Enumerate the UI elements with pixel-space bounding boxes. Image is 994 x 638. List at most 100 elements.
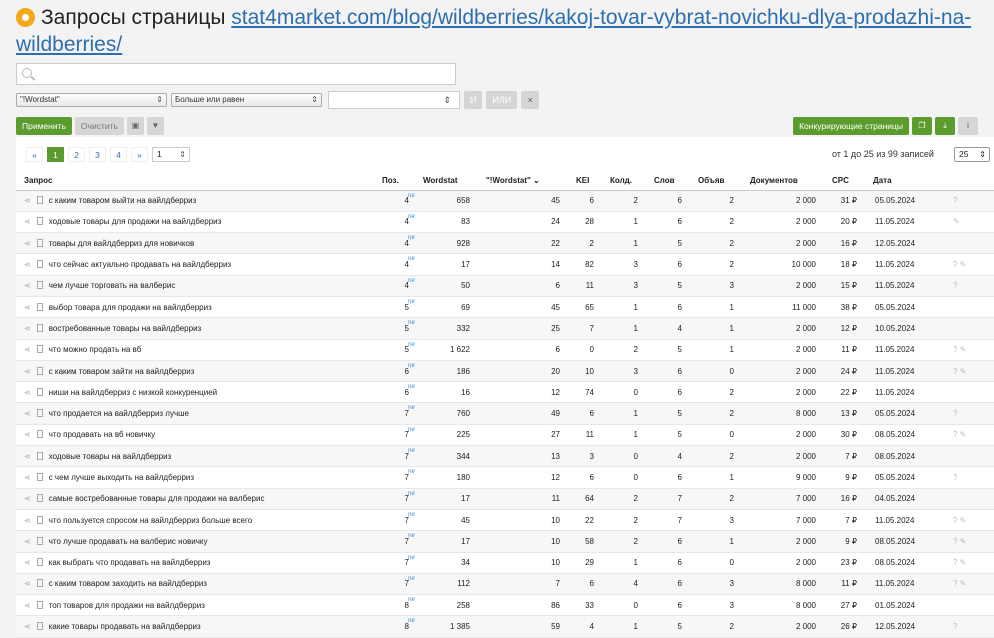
col-cpc[interactable]: CPC [824, 172, 865, 191]
pager-page-4[interactable]: 4 [110, 147, 127, 162]
document-icon[interactable] [36, 430, 43, 439]
share-icon[interactable]: ⋖ [24, 516, 31, 525]
row-actions-icon[interactable] [943, 296, 994, 319]
document-icon[interactable] [36, 494, 43, 503]
query-text[interactable]: ходовые товары для продажи на вайлдберри… [49, 217, 222, 226]
query-text[interactable]: что можно продать на вб [49, 345, 142, 354]
query-text[interactable]: что лучше продавать на валберис новичку [49, 537, 208, 546]
query-text[interactable]: как выбрать что продавать на вайлдберриз [49, 558, 211, 567]
document-icon[interactable] [36, 217, 43, 226]
document-icon[interactable] [36, 281, 43, 290]
col-exact-wordstat[interactable]: "!Wordstat" ⌄ [478, 172, 568, 191]
query-text[interactable]: выбор товара для продажи на вайлдберриз [49, 303, 212, 312]
query-text[interactable]: какие товары продавать на вайлдберриз [49, 622, 201, 631]
row-actions-icon[interactable]: ? ✎ [943, 360, 994, 383]
row-actions-icon[interactable]: ? ✎ [943, 424, 994, 447]
query-text[interactable]: востребованные товары на вайлдберриз [49, 324, 202, 333]
row-actions-icon[interactable] [943, 232, 994, 255]
row-actions-icon[interactable]: ? [943, 615, 994, 638]
share-icon[interactable]: ⋖ [24, 388, 31, 397]
document-icon[interactable] [36, 302, 43, 311]
document-icon[interactable] [36, 196, 43, 205]
filter-icon[interactable]: ▼ [146, 117, 164, 135]
row-actions-icon[interactable]: ? ✎ [943, 573, 994, 596]
document-icon[interactable] [36, 409, 43, 418]
share-icon[interactable]: ⋖ [24, 324, 31, 333]
document-icon[interactable] [36, 473, 43, 481]
col-documents[interactable]: Документов [742, 172, 824, 191]
share-icon[interactable]: ⋖ [24, 196, 31, 205]
apply-button[interactable]: Применить [16, 117, 72, 135]
row-actions-icon[interactable]: ? [943, 275, 994, 297]
share-icon[interactable]: ⋖ [24, 239, 31, 248]
query-text[interactable]: с каким товаром выйти на вайлдберриз [49, 196, 197, 205]
share-icon[interactable]: ⋖ [24, 452, 31, 461]
query-text[interactable]: ходовые товары на вайлдберриз [49, 452, 172, 461]
query-text[interactable]: самые востребованные товары для продажи … [49, 494, 265, 503]
filter-or-button[interactable]: ИЛИ [486, 91, 518, 109]
filter-and-button[interactable]: И [464, 91, 483, 109]
row-actions-icon[interactable]: ? ✎ [943, 530, 994, 553]
row-actions-icon[interactable]: ✎ [943, 211, 994, 234]
share-icon[interactable]: ⋖ [24, 345, 31, 354]
share-icon[interactable]: ⋖ [24, 558, 31, 567]
query-text[interactable]: с каким товаром заходить на вайлдберриз [49, 579, 207, 588]
pager-page-input[interactable]: 1 [152, 147, 190, 162]
share-icon[interactable]: ⋖ [24, 537, 31, 546]
pager-page-3[interactable]: 3 [89, 147, 106, 162]
col-words[interactable]: Слов [646, 172, 690, 191]
pager-prev[interactable]: « [26, 147, 43, 162]
info-icon[interactable]: i [958, 117, 978, 135]
query-text[interactable]: товары для вайлдберриз для новичков [49, 239, 195, 248]
document-icon[interactable] [36, 387, 43, 396]
pager-page-2[interactable]: 2 [68, 147, 85, 162]
col-competition[interactable]: Колд. [602, 172, 646, 191]
share-icon[interactable]: ⋖ [24, 367, 31, 376]
document-icon[interactable] [36, 323, 43, 332]
document-icon[interactable] [36, 579, 43, 588]
query-text[interactable]: с чем лучше выходить на вайлдберриз [49, 473, 194, 482]
row-actions-icon[interactable]: ? ✎ [943, 552, 994, 574]
query-text[interactable]: с каким товаром зайти на вайлдберриз [49, 367, 195, 376]
document-icon[interactable] [36, 238, 43, 247]
row-actions-icon[interactable]: ? ✎ [943, 253, 994, 276]
share-icon[interactable]: ⋖ [24, 494, 31, 503]
document-icon[interactable] [36, 260, 43, 269]
document-icon[interactable] [36, 600, 43, 609]
row-actions-icon[interactable] [943, 445, 994, 468]
pager-page-1[interactable]: 1 [47, 147, 64, 162]
download-icon[interactable]: ⤓ [935, 117, 955, 135]
document-icon[interactable] [36, 536, 43, 545]
row-actions-icon[interactable]: ? [943, 402, 994, 425]
share-icon[interactable]: ⋖ [24, 430, 31, 439]
document-icon[interactable] [36, 622, 43, 631]
query-text[interactable]: чем лучше торговать на валберис [49, 281, 176, 290]
col-date[interactable]: Дата [865, 172, 943, 191]
search-input[interactable] [16, 63, 456, 85]
share-icon[interactable]: ⋖ [24, 622, 31, 631]
share-icon[interactable]: ⋖ [24, 217, 31, 226]
share-icon[interactable]: ⋖ [24, 303, 31, 312]
share-icon[interactable]: ⋖ [24, 601, 31, 610]
col-kei[interactable]: KEI [568, 172, 602, 191]
query-text[interactable]: что пользуется спросом на вайлдберриз бо… [49, 516, 252, 525]
filter-remove-button[interactable]: × [521, 91, 540, 109]
row-actions-icon[interactable] [943, 488, 994, 510]
filter-field-select[interactable]: "!Wordstat" [16, 93, 167, 107]
pager-next[interactable]: » [131, 147, 148, 162]
query-text[interactable]: что продавать на вб новичку [49, 430, 155, 439]
filter-operator-select[interactable]: Больше или равен [171, 93, 322, 107]
row-actions-icon[interactable] [943, 381, 994, 404]
share-icon[interactable]: ⋖ [24, 281, 31, 290]
per-page-select[interactable]: 25 [954, 147, 990, 162]
query-text[interactable]: что продается на вайлдберриз лучше [49, 409, 189, 418]
row-actions-icon[interactable]: ? [943, 190, 994, 212]
copy-icon[interactable]: ❐ [912, 117, 932, 135]
document-icon[interactable] [36, 558, 43, 567]
row-actions-icon[interactable]: ? [943, 466, 994, 489]
row-actions-icon[interactable]: ? ✎ [943, 509, 994, 532]
col-query[interactable]: Запрос [16, 172, 374, 191]
row-actions-icon[interactable] [943, 594, 994, 617]
clear-button[interactable]: Очистить [74, 117, 124, 135]
document-icon[interactable] [36, 451, 43, 460]
